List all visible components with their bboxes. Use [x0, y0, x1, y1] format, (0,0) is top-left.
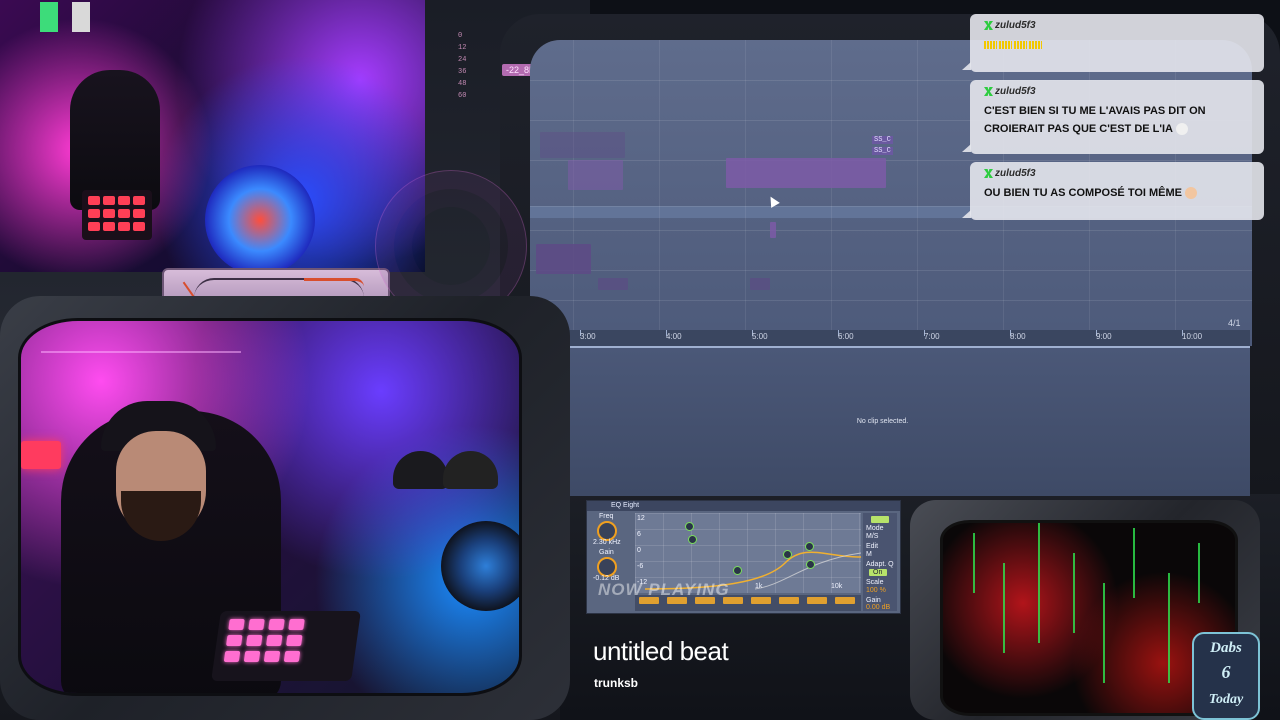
plugin-title: EQ Eight: [611, 502, 640, 509]
timeline-tick-label: 5:00: [752, 332, 768, 341]
audio-clip[interactable]: [770, 222, 776, 238]
timeline-tick-label: 7:00: [924, 332, 940, 341]
clip-label[interactable]: SS_C: [872, 136, 893, 144]
chat-text: [984, 36, 1254, 54]
freq-label: Freq: [599, 513, 614, 520]
timeline-tick-label: 4:00: [666, 332, 682, 341]
audio-clip[interactable]: [726, 158, 886, 188]
drum-pad-controller: [82, 190, 152, 240]
edit-label: Edit: [866, 543, 879, 550]
edit-toggle[interactable]: M: [866, 551, 872, 558]
drum-pad-controller: [211, 611, 361, 681]
mode-label: Mode: [866, 525, 884, 532]
clip-label[interactable]: SS_C: [872, 147, 893, 155]
timeline-tick-label: 9:00: [1096, 332, 1112, 341]
time-signature-label: 4/1: [1228, 318, 1241, 328]
timeline-tick-label: 10:00: [1182, 332, 1203, 341]
audio-clip[interactable]: [536, 244, 591, 274]
no-clip-message: No clip selected.: [856, 418, 909, 425]
timeline-tick-label: 6:00: [838, 332, 854, 341]
emote-icon: [1185, 187, 1198, 200]
chat-text: C'EST BIEN SI TU ME L'AVAIS PAS DIT ON C…: [984, 102, 1254, 138]
timeline-tick-label: 8:00: [1010, 332, 1026, 341]
output-gain-label: Gain: [866, 597, 881, 604]
meter-scale-label: 0: [458, 32, 463, 40]
shelf: [41, 351, 241, 353]
logo-line: Today: [1208, 692, 1244, 707]
emote-icon: [999, 41, 1012, 50]
audio-clip[interactable]: [568, 160, 623, 190]
adapt-q-value: On: [873, 569, 883, 576]
moderator-badge-icon: [984, 87, 993, 96]
chat-text-content: OU BIEN TU AS COMPOSÉ TOI MÊME: [984, 187, 1183, 199]
meter-scale-label: 36: [458, 68, 467, 76]
chat-text-content: C'EST BIEN SI TU ME L'AVAIS PAS DIT ON C…: [984, 105, 1206, 135]
meter-scale-label: 60: [458, 92, 467, 100]
wall-poster: [72, 2, 90, 32]
chat-message: zulud5f3 C'EST BIEN SI TU ME L'AVAIS PAS…: [962, 80, 1264, 154]
channel-logo: Dabs 6 Today: [1192, 632, 1260, 720]
eq-band-node[interactable]: [806, 560, 815, 569]
gain-knob[interactable]: [597, 557, 617, 577]
output-gain-value[interactable]: 0.00 dB: [866, 604, 890, 611]
eq-band-node[interactable]: [733, 566, 742, 575]
chat-username: zulud5f3: [995, 20, 1036, 31]
mode-select[interactable]: M/S: [866, 533, 878, 540]
band-toggle[interactable]: [779, 597, 799, 604]
track-artist: trunksb: [594, 676, 639, 690]
emote-icon: [1176, 123, 1188, 136]
vu-meter-red-zone: [304, 278, 364, 287]
freq-knob[interactable]: [597, 521, 617, 541]
wall-poster: [40, 2, 58, 32]
cap-on-wall: [443, 451, 498, 489]
chat-username: zulud5f3: [995, 168, 1036, 179]
neon-sign: [21, 441, 61, 469]
freq-value[interactable]: 2.30 kHz: [593, 539, 621, 546]
band-toggle[interactable]: [807, 597, 827, 604]
streamer-overhead: [70, 70, 160, 210]
eq-band-node[interactable]: [685, 522, 694, 531]
emote-icon: [984, 41, 997, 50]
loudness-meter: 0 12 24 36 48 60: [458, 32, 510, 127]
track-title: untitled beat: [593, 636, 729, 666]
chat-message: zulud5f3 OU BIEN TU AS COMPOSÉ TOI MÊME: [962, 162, 1264, 220]
eq-band-node[interactable]: [783, 550, 792, 559]
meter-scale-label: 24: [458, 56, 467, 64]
emote-icon: [1029, 41, 1042, 50]
overhead-webcam-feed: [0, 0, 425, 272]
logo-line: Dabs: [1210, 640, 1242, 656]
gain-label: Gain: [599, 549, 614, 556]
moderator-badge-icon: [984, 169, 993, 178]
adapt-q-label: Adapt. Q: [866, 561, 894, 568]
eq-side-panel: Mode M/S Edit M Adapt. Q On Scale 100 % …: [863, 513, 897, 611]
band-toggle[interactable]: [835, 597, 855, 604]
main-webcam-feed: [18, 318, 522, 696]
audio-clip[interactable]: [750, 278, 770, 290]
band-toggle[interactable]: [751, 597, 771, 604]
timeline-ruler[interactable]: 3:00 4:00 5:00 6:00 7:00 8:00 9:00 10:00: [560, 330, 1250, 348]
timeline-tick-label: 3:00: [580, 332, 596, 341]
now-playing-label: NOW PLAYING: [598, 580, 730, 599]
eq-band-node[interactable]: [805, 542, 814, 551]
emote-icon: [1014, 41, 1027, 50]
scale-value[interactable]: 100 %: [866, 587, 886, 594]
turntable: [441, 521, 519, 611]
chat-text: OU BIEN TU AS COMPOSÉ TOI MÊME: [984, 184, 1254, 202]
meter-scale-label: 12: [458, 44, 467, 52]
meter-scale-label: 48: [458, 80, 467, 88]
cap-on-wall: [393, 451, 448, 489]
eq-band-node[interactable]: [688, 535, 697, 544]
scale-label: Scale: [866, 579, 884, 586]
audio-clip[interactable]: [540, 132, 625, 158]
power-toggle[interactable]: [871, 516, 889, 523]
vinyl-record: [205, 165, 315, 272]
chat-username: zulud5f3: [995, 86, 1036, 97]
chat-message: zulud5f3: [962, 14, 1264, 72]
audio-clip[interactable]: [598, 278, 628, 290]
logo-line: 6: [1221, 662, 1231, 682]
moderator-badge-icon: [984, 21, 993, 30]
